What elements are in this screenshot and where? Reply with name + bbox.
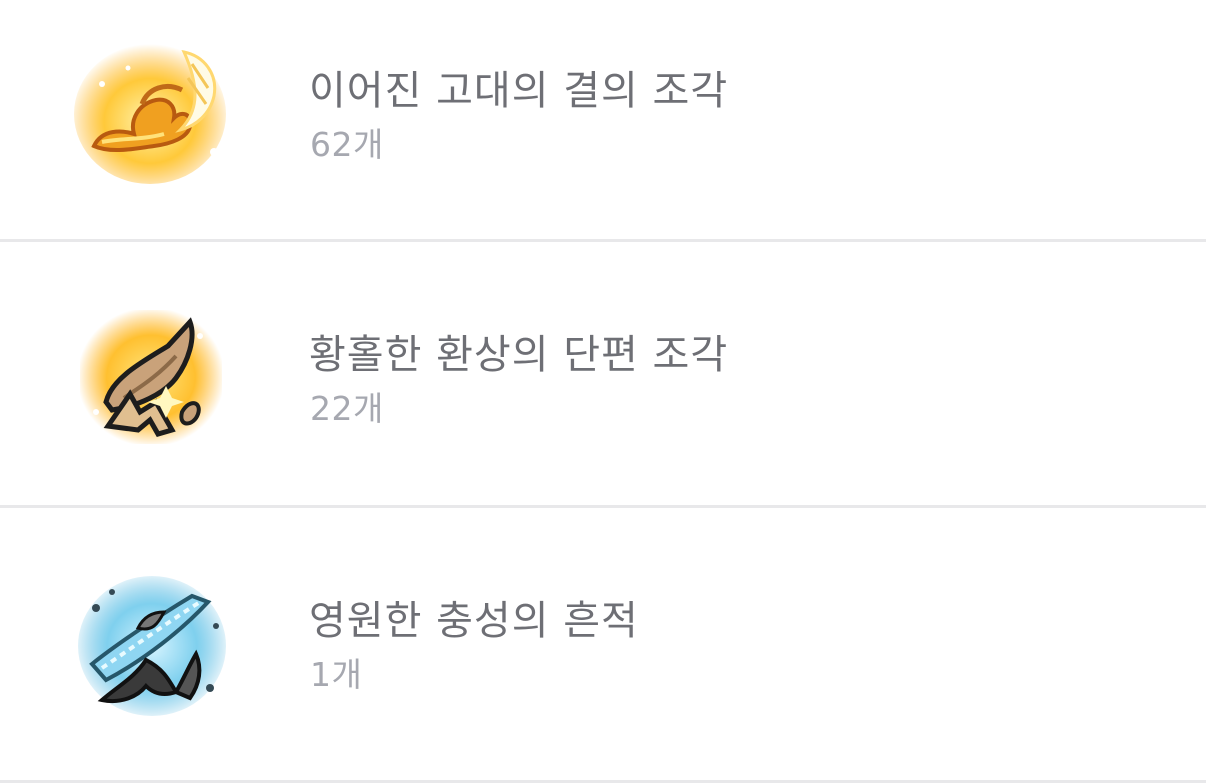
item-name: 이어진 고대의 결의 조각 [309,68,729,114]
list-item[interactable]: 이어진 고대의 결의 조각 62개 [0,0,1206,242]
item-list: 이어진 고대의 결의 조각 62개 황홀한 환상의 단편 조각 22개 영원한 … [0,0,1206,783]
list-item[interactable]: 황홀한 환상의 단편 조각 22개 [0,242,1206,508]
item-count: 1개 [310,655,363,694]
blue-crystal-blade-icon [72,568,230,718]
golden-feather-fragment-icon [72,34,230,184]
golden-shard-fragment-icon [72,302,230,452]
item-count: 62개 [310,125,384,164]
item-name: 영원한 충성의 흔적 [309,598,639,644]
item-name: 황홀한 환상의 단편 조각 [309,332,729,378]
item-count: 22개 [310,389,384,428]
list-item[interactable]: 영원한 충성의 흔적 1개 [0,508,1206,783]
